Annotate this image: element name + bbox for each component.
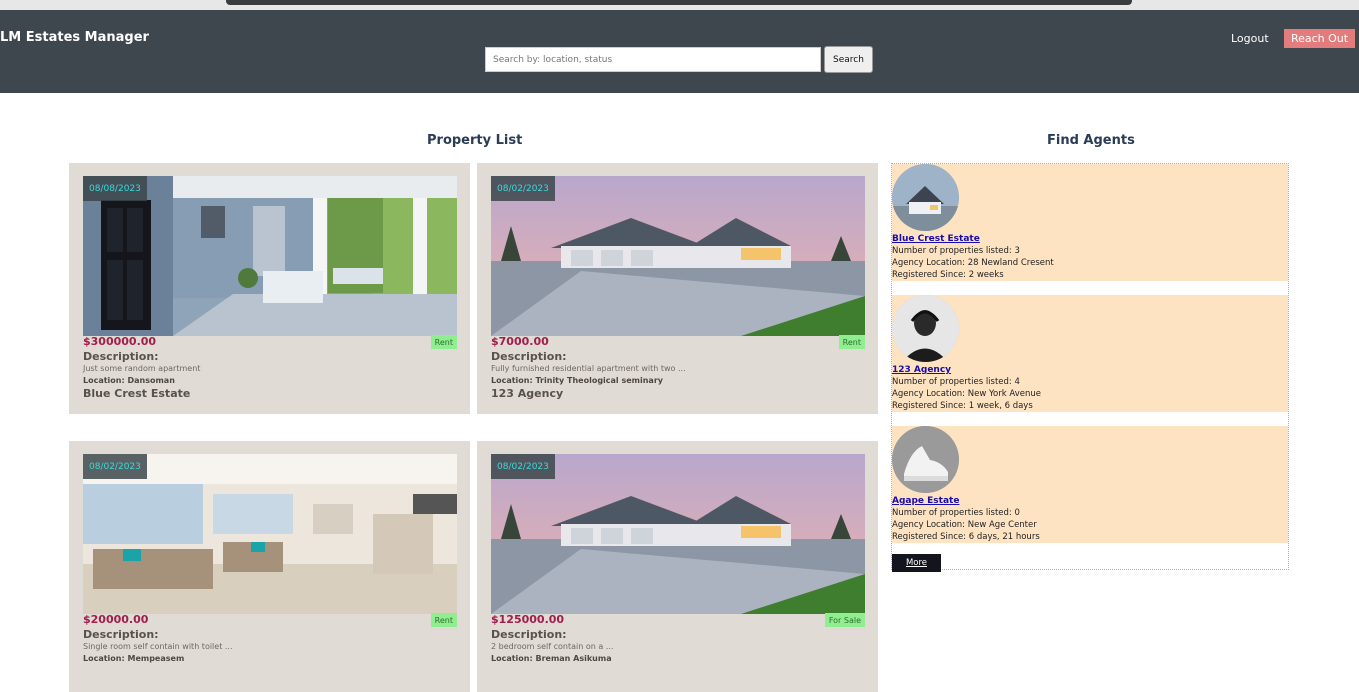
browser-tab-bar [226,0,1132,5]
agent-registered: Registered Since: 1 week, 6 days [892,401,1033,411]
agent-registered: Registered Since: 2 weeks [892,270,1004,280]
description-label: Description: [491,628,567,641]
agent-name-link[interactable]: 123 Agency [892,365,951,375]
agent-name-link[interactable]: Blue Crest Estate [892,234,980,244]
property-list-title: Property List [427,133,523,148]
agency-name[interactable]: Blue Crest Estate [83,387,190,400]
agent-properties-count: Number of properties listed: 3 [892,246,1020,256]
agent-registered: Registered Since: 6 days, 21 hours [892,532,1040,542]
agent-location: Agency Location: 28 Newland Cresent [892,258,1054,268]
logout-link[interactable]: Logout [1231,32,1269,45]
description-label: Description: [83,628,159,641]
browser-top-strip [0,0,1359,10]
description-text: Single room self contain with toilet ... [83,642,233,651]
status-badge: For Sale [824,613,865,627]
listing-date: 08/02/2023 [83,454,147,479]
reach-out-button[interactable]: Reach Out [1284,29,1355,48]
price: $300000.00 [83,335,157,348]
agent-properties-count: Number of properties listed: 4 [892,377,1020,387]
listing-date: 08/02/2023 [491,454,555,479]
agent-card: Agape Estate Number of properties listed… [892,426,1288,543]
header-bar: LM Estates Manager Search Logout Reach O… [0,10,1359,93]
agency-name[interactable]: 123 Agency [491,387,563,400]
search-input[interactable] [485,47,821,72]
location-text: Location: Breman Asikuma [491,654,612,663]
agent-avatar[interactable] [892,295,959,362]
brand-title[interactable]: LM Estates Manager [0,30,149,45]
agent-card: Blue Crest Estate Number of properties l… [892,164,1288,281]
status-badge: Rent [838,335,865,349]
property-card[interactable]: 08/02/2023 $7000.00 Rent Description: Fu… [477,163,878,414]
price: $7000.00 [491,335,549,348]
agent-avatar[interactable] [892,426,959,493]
more-agents-button[interactable]: More [892,554,941,572]
description-text: 2 bedroom self contain on a ... [491,642,614,651]
location-text: Location: Mempeasem [83,654,185,663]
agent-name-link[interactable]: Agape Estate [892,496,959,506]
agent-properties-count: Number of properties listed: 0 [892,508,1020,518]
location-text: Location: Trinity Theological seminary [491,376,663,385]
listing-date: 08/02/2023 [491,176,555,201]
description-label: Description: [491,350,567,363]
property-card[interactable]: 08/02/2023 $20000.00 Rent Description: S… [69,441,470,692]
description-text: Fully furnished residential apartment wi… [491,364,686,373]
property-card[interactable]: 08/08/2023 $300000.00 Rent Description: … [69,163,470,414]
location-text: Location: Dansoman [83,376,175,385]
search-button[interactable]: Search [824,46,873,73]
status-badge: Rent [430,335,457,349]
agent-avatar[interactable] [892,164,959,231]
description-text: Just some random apartment [83,364,201,373]
find-agents-title: Find Agents [1047,133,1135,148]
status-badge: Rent [430,613,457,627]
agent-card: 123 Agency Number of properties listed: … [892,295,1288,412]
property-card[interactable]: 08/02/2023 $125000.00 For Sale Descripti… [477,441,878,692]
agents-list: Blue Crest Estate Number of properties l… [891,163,1289,572]
agent-location: Agency Location: New York Avenue [892,389,1041,399]
price: $20000.00 [83,613,149,626]
listing-date: 08/08/2023 [83,176,147,201]
agent-location: Agency Location: New Age Center [892,520,1037,530]
description-label: Description: [83,350,159,363]
price: $125000.00 [491,613,565,626]
